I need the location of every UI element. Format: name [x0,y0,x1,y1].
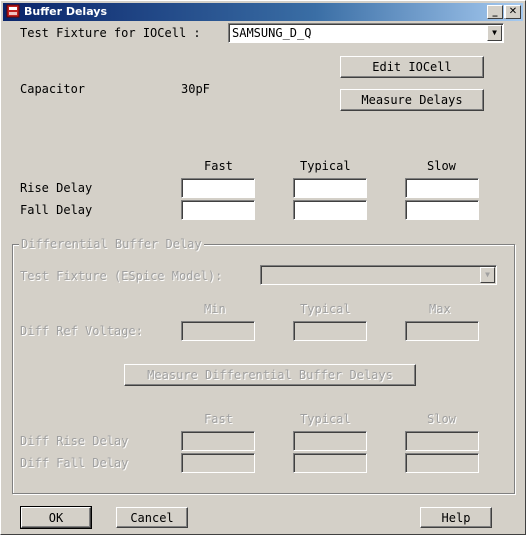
title-bar[interactable]: Buffer Delays _ □ [3,3,523,21]
chevron-down-icon[interactable]: ▼ [480,267,495,283]
espice-fixture-select[interactable]: ▼ [260,265,497,285]
measure-diff-delays-button[interactable]: Measure Differential Buffer Delays [124,364,416,386]
diff-rise-typical-field[interactable] [293,431,367,451]
rise-slow-field[interactable] [405,178,479,198]
capacitor-label: Capacitor [20,82,86,96]
chevron-down-icon[interactable]: ▼ [487,25,502,41]
minimize-button[interactable]: _ [487,5,503,19]
fall-typical-field[interactable] [293,200,367,220]
column-min: Min [204,302,226,316]
diff-fall-typical-field[interactable] [293,453,367,473]
column-fast-diff: Fast [204,412,233,426]
column-typical: Typical [300,159,351,173]
test-fixture-label: Test Fixture for IOCell : [20,26,201,40]
fall-delay-label: Fall Delay [20,203,93,217]
diff-rise-slow-field[interactable] [405,431,479,451]
column-slow-diff: Slow [427,412,456,426]
help-button[interactable]: Help [420,507,492,528]
buffer-delays-window: Buffer Delays _ □ ✕ Test Fixture for IOC… [0,0,526,535]
ref-voltage-max-field[interactable] [405,321,479,341]
diff-rise-delay-label: Diff Rise Delay [20,434,129,448]
espice-fixture-label: Test Fixture (ESpice Model): [20,269,223,283]
column-typical-diff: Typical [300,412,351,426]
app-icon [6,4,20,18]
rise-delay-label: Rise Delay [20,181,93,195]
ref-voltage-min-field[interactable] [181,321,255,341]
column-slow: Slow [427,159,456,173]
diff-rise-fast-field[interactable] [181,431,255,451]
column-max: Max [429,302,451,316]
diff-fall-slow-field[interactable] [405,453,479,473]
diff-ref-voltage-label: Diff Ref Voltage: [20,324,143,338]
diff-fall-delay-label: Diff Fall Delay [20,456,129,470]
rise-fast-field[interactable] [181,178,255,198]
edit-iocell-button[interactable]: Edit IOCell [340,56,484,78]
rise-typical-field[interactable] [293,178,367,198]
cancel-button[interactable]: Cancel [116,507,188,528]
test-fixture-value: SAMSUNG_D_Q [232,26,312,40]
column-fast: Fast [204,159,233,173]
capacitor-value: 30pF [181,82,210,96]
ref-voltage-typical-field[interactable] [293,321,367,341]
close-button[interactable]: ✕ [505,5,521,19]
window-title: Buffer Delays [24,5,108,18]
fall-slow-field[interactable] [405,200,479,220]
diff-fall-fast-field[interactable] [181,453,255,473]
column-typical-voltage: Typical [300,302,351,316]
ok-button[interactable]: OK [20,506,92,529]
test-fixture-select[interactable]: SAMSUNG_D_Q ▼ [228,23,504,43]
differential-group-title: Differential Buffer Delay [19,237,204,251]
measure-delays-button[interactable]: Measure Delays [340,89,484,111]
fall-fast-field[interactable] [181,200,255,220]
